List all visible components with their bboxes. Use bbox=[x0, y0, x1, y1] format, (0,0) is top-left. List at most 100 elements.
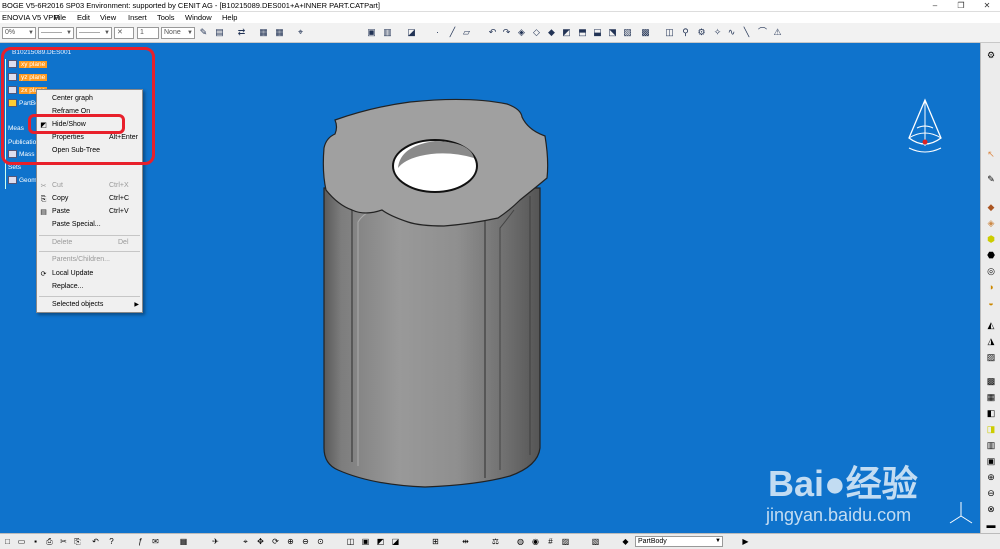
swap-visible-icon[interactable]: ◪ bbox=[390, 536, 401, 547]
shaft-icon[interactable]: ⬢ bbox=[985, 233, 997, 245]
menu-insert[interactable]: Insert bbox=[128, 13, 147, 22]
menu-item-delete[interactable]: Delete Del bbox=[37, 237, 142, 249]
menu-view[interactable]: View bbox=[100, 13, 116, 22]
groove-icon[interactable]: ⬣ bbox=[985, 249, 997, 261]
switch-icon[interactable]: ⇄ bbox=[236, 27, 247, 38]
intersect-icon[interactable]: ⊗ bbox=[985, 503, 997, 515]
pattern-icon[interactable]: ▥ bbox=[985, 439, 997, 451]
pan-icon[interactable]: ✥ bbox=[255, 536, 266, 547]
menu-item-local-update[interactable]: ⟳ Local Update bbox=[37, 268, 142, 280]
appearance-icon[interactable]: ◉ bbox=[530, 536, 541, 547]
menu-edit[interactable]: Edit bbox=[77, 13, 90, 22]
measure-icon[interactable]: ▧ bbox=[622, 27, 633, 38]
painter-icon[interactable]: ✎ bbox=[198, 27, 209, 38]
hide-show-icon[interactable]: ◩ bbox=[375, 536, 386, 547]
tree-node-geometry[interactable]: Geom bbox=[8, 176, 37, 186]
table-icon[interactable]: ▦ bbox=[178, 536, 189, 547]
rotate-icon[interactable]: ⟳ bbox=[270, 536, 281, 547]
offset-icon[interactable]: ⬓ bbox=[592, 27, 603, 38]
menu-item-selected-objects[interactable]: Selected objects ▶ bbox=[37, 299, 142, 311]
gear-icon[interactable]: ⚙ bbox=[985, 49, 997, 61]
properties-icon[interactable]: ▤ bbox=[214, 27, 225, 38]
line-weight-combo[interactable]: ——— ▼ bbox=[76, 27, 112, 39]
point-symbol-combo[interactable]: ✕ bbox=[114, 27, 134, 39]
chamfer-icon[interactable]: ◮ bbox=[985, 335, 997, 347]
power-input-icon[interactable]: ▶ bbox=[740, 536, 751, 547]
shading-icon[interactable]: ▣ bbox=[360, 536, 371, 547]
diagonal-line-icon[interactable]: ╲ bbox=[741, 27, 752, 38]
fit-all-icon[interactable]: ⌖ bbox=[295, 27, 306, 38]
iso-view-icon[interactable]: ◫ bbox=[345, 536, 356, 547]
menu-window[interactable]: Window bbox=[185, 13, 212, 22]
polyline-icon[interactable]: ▱ bbox=[461, 27, 472, 38]
remove-face-icon[interactable]: ◧ bbox=[985, 407, 997, 419]
close-button[interactable]: ✕ bbox=[974, 0, 1000, 12]
cut-icon[interactable]: ✂ bbox=[58, 536, 69, 547]
menu-item-cut[interactable]: ✂ Cut Ctrl+X bbox=[37, 180, 142, 192]
sketcher-icon[interactable]: ✎ bbox=[985, 173, 997, 185]
zoom-fit-icon[interactable]: ⌖ bbox=[240, 536, 251, 547]
scale-icon[interactable]: # bbox=[545, 536, 556, 547]
menu-enovia[interactable]: ENOVIA V5 VPM bbox=[2, 13, 60, 22]
undo-icon[interactable]: ↶ bbox=[90, 536, 101, 547]
hole-icon[interactable]: ◎ bbox=[985, 265, 997, 277]
sketch-icon[interactable]: ◪ bbox=[406, 27, 417, 38]
connect-icon[interactable]: ⚲ bbox=[680, 27, 691, 38]
redo-icon[interactable]: ↷ bbox=[501, 27, 512, 38]
view-icon[interactable]: ▩ bbox=[640, 27, 651, 38]
boolean-remove-icon[interactable]: ⊖ bbox=[985, 487, 997, 499]
boolean-icon[interactable]: ⬔ bbox=[607, 27, 618, 38]
zoom-in-icon[interactable]: ⊕ bbox=[285, 536, 296, 547]
undo-icon[interactable]: ↶ bbox=[487, 27, 498, 38]
boolean-add-icon[interactable]: ⊕ bbox=[985, 471, 997, 483]
render-icon[interactable]: ▨ bbox=[560, 536, 571, 547]
normal-view-icon[interactable]: ⊙ bbox=[315, 536, 326, 547]
fly-mode-icon[interactable]: ✈ bbox=[210, 536, 221, 547]
draft-icon[interactable]: ✧ bbox=[712, 27, 723, 38]
vbo-icon[interactable]: ◫ bbox=[664, 27, 675, 38]
compass-icon[interactable] bbox=[903, 98, 947, 168]
menu-item-replace[interactable]: Replace... bbox=[37, 281, 142, 293]
pad-icon[interactable]: ◆ bbox=[985, 201, 997, 213]
body-icon[interactable]: ◆ bbox=[620, 536, 631, 547]
thread-icon[interactable]: ▦ bbox=[985, 391, 997, 403]
analysis-icon[interactable]: ▧ bbox=[590, 536, 601, 547]
comment-icon[interactable]: ✉ bbox=[150, 536, 161, 547]
measure-between-icon[interactable]: ⇹ bbox=[460, 536, 471, 547]
menu-tools[interactable]: Tools bbox=[157, 13, 175, 22]
print-icon[interactable]: ⎙ bbox=[44, 536, 55, 547]
material-icon[interactable]: ◍ bbox=[515, 536, 526, 547]
warning-icon[interactable]: ⚠ bbox=[772, 27, 783, 38]
transparency-combo[interactable]: 0% ▼ bbox=[2, 27, 36, 39]
sweep-icon[interactable]: ◆ bbox=[546, 27, 557, 38]
save-icon[interactable]: ▪ bbox=[30, 536, 41, 547]
rib-icon[interactable]: ◑ bbox=[985, 281, 997, 293]
open-icon[interactable]: ▭ bbox=[16, 536, 27, 547]
menu-item-copy[interactable]: ⎘ Copy Ctrl+C bbox=[37, 193, 142, 205]
layer-number-combo[interactable]: 1 bbox=[137, 27, 159, 39]
formula-icon[interactable]: ƒ bbox=[135, 536, 146, 547]
pocket-icon[interactable]: ◈ bbox=[985, 217, 997, 229]
thickness-icon[interactable]: ▩ bbox=[985, 375, 997, 387]
point-icon[interactable]: · bbox=[432, 27, 443, 38]
catalog-icon[interactable]: ▣ bbox=[366, 27, 377, 38]
shape-icon[interactable]: ◈ bbox=[516, 27, 527, 38]
slot-icon[interactable]: ◒ bbox=[985, 297, 997, 309]
arc-icon[interactable]: ⌒ bbox=[757, 27, 768, 38]
blend-icon[interactable]: ◇ bbox=[531, 27, 542, 38]
fill-icon[interactable]: ◩ bbox=[561, 27, 572, 38]
line-icon[interactable]: ╱ bbox=[447, 27, 458, 38]
measure-icon[interactable]: ⊞ bbox=[430, 536, 441, 547]
menu-item-paste-special[interactable]: Paste Special... bbox=[37, 219, 142, 231]
grid-icon[interactable]: ▦ bbox=[258, 27, 269, 38]
select-arrow-icon[interactable]: ↖ bbox=[985, 148, 997, 160]
fillet-icon[interactable]: ◭ bbox=[985, 319, 997, 331]
table-icon[interactable]: ▥ bbox=[382, 27, 393, 38]
new-icon[interactable]: □ bbox=[2, 536, 13, 547]
restore-button[interactable]: ❐ bbox=[948, 0, 974, 12]
copy-icon[interactable]: ⎘ bbox=[72, 536, 83, 547]
whats-this-icon[interactable]: ? bbox=[106, 536, 117, 547]
mirror-icon[interactable]: ◨ bbox=[985, 423, 997, 435]
scaling-icon[interactable]: ▣ bbox=[985, 455, 997, 467]
inertia-icon[interactable]: ⚖ bbox=[490, 536, 501, 547]
